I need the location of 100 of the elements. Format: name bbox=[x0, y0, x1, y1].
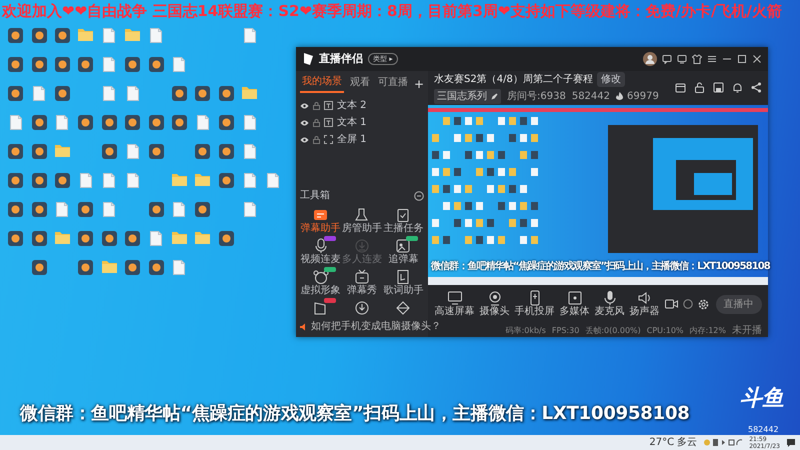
app-icon[interactable] bbox=[32, 57, 47, 72]
share-icon[interactable] bbox=[751, 82, 762, 94]
menu-icon[interactable] bbox=[707, 54, 717, 64]
app-icon[interactable] bbox=[78, 57, 94, 72]
app-icon[interactable] bbox=[8, 28, 24, 43]
app-icon[interactable] bbox=[32, 202, 47, 217]
app-icon[interactable] bbox=[8, 57, 24, 72]
app-icon[interactable] bbox=[125, 115, 140, 130]
app-icon[interactable] bbox=[218, 231, 234, 246]
app-icon[interactable] bbox=[148, 57, 164, 72]
app-icon[interactable] bbox=[125, 57, 140, 72]
document-icon[interactable] bbox=[103, 202, 116, 217]
category-tag[interactable]: 三国志系列 bbox=[434, 88, 501, 104]
document-icon[interactable] bbox=[126, 86, 139, 101]
monitor-icon[interactable] bbox=[677, 54, 687, 64]
document-icon[interactable] bbox=[126, 173, 139, 188]
edit-button[interactable]: 修改 bbox=[596, 72, 625, 87]
eye-icon[interactable] bbox=[300, 120, 309, 126]
document-icon[interactable] bbox=[103, 173, 116, 188]
scene-name[interactable]: 文本 1 bbox=[337, 115, 367, 130]
app-icon[interactable] bbox=[78, 115, 94, 130]
app-icon[interactable] bbox=[78, 202, 94, 217]
document-icon[interactable] bbox=[150, 28, 162, 43]
app-icon[interactable] bbox=[148, 144, 164, 159]
scene-name[interactable]: 文本 2 bbox=[337, 98, 367, 113]
tool-button[interactable]: 视频连麦 bbox=[300, 238, 342, 266]
document-icon[interactable] bbox=[56, 202, 68, 217]
document-icon[interactable] bbox=[196, 115, 209, 130]
app-icon[interactable] bbox=[172, 86, 187, 101]
add-button[interactable]: + bbox=[414, 74, 424, 92]
app-icon[interactable] bbox=[195, 202, 210, 217]
maximize-icon[interactable] bbox=[737, 54, 747, 64]
document-icon[interactable] bbox=[103, 57, 116, 72]
app-icon[interactable] bbox=[125, 231, 140, 246]
document-icon[interactable] bbox=[33, 86, 46, 101]
close-icon[interactable] bbox=[752, 54, 762, 64]
video-camera-icon[interactable] bbox=[664, 299, 678, 310]
eye-icon[interactable] bbox=[300, 136, 309, 142]
app-icon[interactable] bbox=[8, 231, 24, 246]
app-icon[interactable] bbox=[8, 144, 24, 159]
source-button[interactable]: 高速屏幕 bbox=[434, 290, 474, 318]
live-button[interactable]: 直播中 bbox=[716, 294, 762, 314]
app-icon[interactable] bbox=[148, 260, 164, 275]
settings-icon[interactable] bbox=[698, 298, 708, 310]
scene-tab[interactable]: 观看 bbox=[348, 75, 372, 92]
chat-icon[interactable] bbox=[662, 54, 672, 64]
app-icon[interactable] bbox=[8, 173, 24, 188]
app-icon[interactable] bbox=[125, 260, 140, 275]
app-icon[interactable] bbox=[78, 231, 94, 246]
save-icon[interactable] bbox=[713, 82, 724, 94]
lock-icon[interactable] bbox=[694, 82, 705, 94]
scene-tab[interactable]: 我的场景 bbox=[300, 74, 344, 93]
eye-icon[interactable] bbox=[300, 102, 309, 108]
app-icon[interactable] bbox=[54, 28, 70, 43]
tool-button[interactable]: 房管助手 bbox=[341, 207, 383, 235]
weather-text[interactable]: 27°C 多云 bbox=[649, 435, 698, 450]
document-icon[interactable] bbox=[103, 86, 116, 101]
calendar-icon[interactable] bbox=[675, 82, 686, 94]
app-icon[interactable] bbox=[54, 57, 70, 72]
tool-button[interactable]: 歌词助手 bbox=[382, 269, 424, 297]
app-icon[interactable] bbox=[32, 231, 47, 246]
document-icon[interactable] bbox=[244, 144, 256, 159]
document-icon[interactable] bbox=[244, 173, 256, 188]
document-icon[interactable] bbox=[266, 173, 279, 188]
tool-button[interactable]: 虚拟形象 bbox=[300, 269, 342, 297]
app-icon[interactable] bbox=[218, 144, 234, 159]
app-icon[interactable] bbox=[8, 202, 24, 217]
scene-name[interactable]: 全屏 1 bbox=[337, 132, 367, 147]
app-icon[interactable] bbox=[8, 86, 24, 101]
app-icon[interactable] bbox=[172, 115, 187, 130]
document-icon[interactable] bbox=[126, 144, 139, 159]
app-icon[interactable] bbox=[195, 86, 210, 101]
app-icon[interactable] bbox=[148, 115, 164, 130]
tray-icons-drawing[interactable] bbox=[703, 438, 744, 447]
document-icon[interactable] bbox=[173, 57, 186, 72]
document-icon[interactable] bbox=[80, 173, 92, 188]
app-icon[interactable] bbox=[32, 173, 47, 188]
document-icon[interactable] bbox=[56, 115, 68, 130]
notification-icon[interactable] bbox=[786, 438, 796, 448]
shirt-icon[interactable] bbox=[692, 54, 702, 64]
document-icon[interactable] bbox=[150, 231, 162, 246]
document-icon[interactable] bbox=[244, 115, 256, 130]
app-icon[interactable] bbox=[195, 144, 210, 159]
scene-tab[interactable]: 可直播 bbox=[376, 75, 410, 92]
tool-button[interactable]: 弹幕助手 bbox=[300, 207, 342, 235]
tool-button[interactable]: 主播任务 bbox=[382, 207, 424, 235]
app-icon[interactable] bbox=[102, 231, 117, 246]
tip-text[interactable]: 如何把手机变成电脑摄像头？ bbox=[311, 319, 441, 334]
app-icon[interactable] bbox=[148, 202, 164, 217]
app-icon[interactable] bbox=[32, 28, 47, 43]
collapse-icon[interactable] bbox=[414, 190, 424, 200]
app-icon[interactable] bbox=[102, 115, 117, 130]
source-button[interactable]: 扬声器 bbox=[630, 290, 660, 318]
tool-button[interactable]: 弹幕秀 bbox=[341, 269, 383, 297]
app-icon[interactable] bbox=[54, 86, 70, 101]
app-icon[interactable] bbox=[218, 86, 234, 101]
app-icon[interactable] bbox=[218, 115, 234, 130]
source-button[interactable]: 摄像头 bbox=[480, 290, 510, 318]
app-icon[interactable] bbox=[32, 260, 47, 275]
source-button[interactable]: 麦克风 bbox=[594, 290, 624, 318]
